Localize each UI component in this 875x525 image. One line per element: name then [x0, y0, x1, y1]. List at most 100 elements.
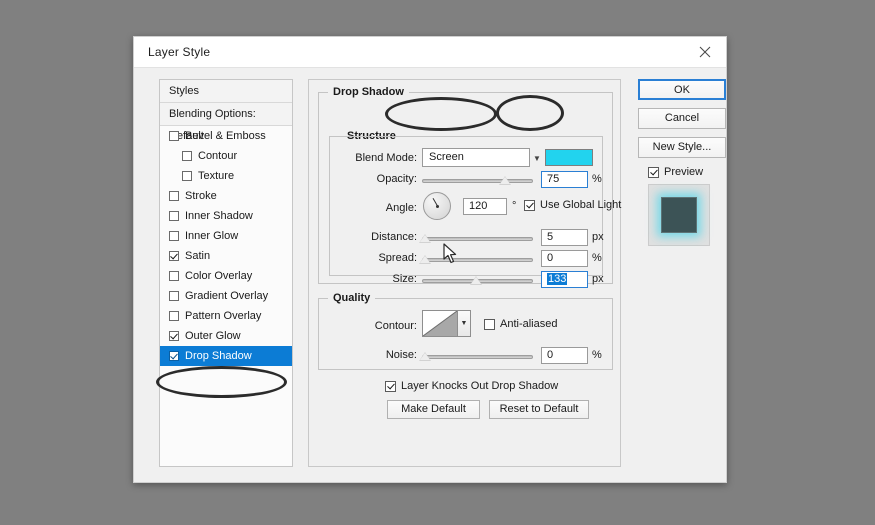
styles-item-inner-shadow[interactable]: Inner Shadow — [160, 206, 292, 226]
styles-item-color-overlay[interactable]: Color Overlay — [160, 266, 292, 286]
styles-item-container: Bevel & Emboss Contour Texture Stroke Inner … — [160, 126, 292, 366]
styles-item-checkbox[interactable] — [169, 231, 179, 241]
use-global-light-checkbox[interactable]: Use Global Light — [524, 199, 621, 211]
anti-aliased-checkbox[interactable]: Anti-aliased — [484, 318, 557, 330]
close-icon[interactable] — [684, 37, 726, 66]
styles-item-label: Inner Shadow — [185, 210, 253, 222]
blend-mode-select[interactable]: Screen — [422, 148, 530, 167]
styles-item-label: Stroke — [185, 190, 217, 202]
size-input-value: 133 — [547, 273, 568, 285]
quality-group-title: Quality — [328, 292, 376, 304]
styles-item-checkbox[interactable] — [169, 351, 179, 361]
styles-item-drop-shadow[interactable]: Drop Shadow — [160, 346, 292, 366]
noise-unit: % — [592, 349, 602, 361]
styles-item-pattern-overlay[interactable]: Pattern Overlay — [160, 306, 292, 326]
noise-label: Noise: — [385, 349, 417, 361]
spread-unit: % — [592, 252, 602, 264]
spread-input[interactable]: 0 — [541, 250, 588, 267]
angle-unit: ° — [512, 200, 517, 212]
layer-knocks-out-checkbox[interactable]: Layer Knocks Out Drop Shadow — [385, 380, 558, 392]
styles-item-checkbox[interactable] — [182, 171, 192, 181]
styles-list-header: Styles — [160, 80, 292, 103]
distance-input[interactable]: 5 — [541, 229, 588, 246]
opacity-slider-track[interactable] — [422, 179, 533, 183]
drop-shadow-group-title: Drop Shadow — [328, 86, 409, 98]
angle-dial-center — [435, 204, 439, 208]
styles-item-label: Inner Glow — [185, 230, 239, 242]
contour-dropdown-arrow-icon[interactable]: ▼ — [458, 310, 471, 337]
preview-checkbox[interactable]: Preview — [648, 166, 726, 178]
styles-item-checkbox[interactable] — [169, 291, 179, 301]
styles-item-satin[interactable]: Satin — [160, 246, 292, 266]
styles-item-label: Satin — [185, 250, 211, 262]
preview-thumbnail-swatch — [661, 197, 697, 233]
anti-aliased-box — [484, 318, 495, 330]
preview-thumbnail — [648, 184, 710, 246]
size-label: Size: — [392, 273, 417, 285]
use-global-light-label: Use Global Light — [540, 199, 622, 211]
size-unit: px — [592, 273, 604, 285]
noise-slider-track[interactable] — [422, 355, 533, 359]
noise-slider-thumb[interactable] — [419, 352, 431, 361]
styles-item-checkbox[interactable] — [169, 251, 179, 261]
opacity-input[interactable]: 75 — [541, 171, 588, 188]
angle-input[interactable]: 120 — [463, 198, 507, 215]
styles-item-checkbox[interactable] — [169, 311, 179, 321]
styles-item-label: Pattern Overlay — [185, 310, 262, 322]
styles-item-outer-glow[interactable]: Outer Glow — [160, 326, 292, 346]
spread-slider-track[interactable] — [422, 258, 533, 262]
angle-dial[interactable] — [423, 192, 451, 220]
layer-style-dialog: Layer Style Styles Blending Options: Def… — [133, 36, 727, 483]
distance-label: Distance: — [371, 231, 417, 243]
cancel-button[interactable]: Cancel — [638, 108, 726, 129]
opacity-unit: % — [592, 173, 602, 185]
styles-item-label: Contour — [198, 150, 238, 162]
use-global-light-box — [524, 199, 535, 211]
contour-label: Contour: — [374, 320, 417, 332]
styles-item-stroke[interactable]: Stroke — [160, 186, 292, 206]
contour-preview[interactable] — [422, 310, 458, 337]
drop-shadow-settings-panel: Drop Shadow Structure Blend Mode: Screen… — [308, 79, 621, 467]
opacity-slider-thumb[interactable] — [499, 176, 511, 185]
styles-item-inner-glow[interactable]: Inner Glow — [160, 226, 292, 246]
size-slider-thumb[interactable] — [470, 276, 482, 285]
new-style-button[interactable]: New Style... — [638, 137, 726, 158]
distance-unit: px — [592, 231, 604, 243]
styles-item-texture[interactable]: Texture — [160, 166, 292, 186]
styles-item-label: Gradient Overlay — [185, 290, 269, 302]
styles-list-panel: Styles Blending Options: Default Bevel &… — [159, 79, 293, 467]
shadow-color-swatch[interactable] — [545, 149, 593, 166]
preview-checkbox-box — [648, 166, 659, 178]
styles-item-label: Outer Glow — [185, 330, 241, 342]
spread-slider-thumb[interactable] — [419, 255, 431, 264]
styles-item-gradient-overlay[interactable]: Gradient Overlay — [160, 286, 292, 306]
opacity-label: Opacity: — [376, 173, 417, 185]
blend-mode-label: Blend Mode: — [355, 152, 417, 164]
styles-item-contour[interactable]: Contour — [160, 146, 292, 166]
blending-options-row[interactable]: Blending Options: Default — [160, 103, 292, 142]
distance-slider-thumb[interactable] — [419, 234, 431, 243]
angle-label: Angle: — [385, 202, 417, 214]
make-default-button[interactable]: Make Default — [387, 400, 480, 419]
dialog-title: Layer Style — [148, 45, 211, 59]
distance-slider-track[interactable] — [422, 237, 533, 241]
styles-item-label: Texture — [198, 170, 235, 182]
styles-item-checkbox[interactable] — [169, 131, 179, 141]
styles-item-checkbox[interactable] — [169, 331, 179, 341]
dialog-buttons-column: OK Cancel New Style... Preview — [638, 79, 726, 246]
noise-input[interactable]: 0 — [541, 347, 588, 364]
dialog-titlebar: Layer Style — [134, 37, 726, 68]
chevron-down-icon[interactable]: ▼ — [533, 154, 541, 163]
spread-label: Spread: — [378, 252, 417, 264]
styles-item-label: Color Overlay — [185, 270, 253, 282]
reset-to-default-button[interactable]: Reset to Default — [489, 400, 589, 419]
preview-label: Preview — [664, 166, 704, 178]
styles-item-checkbox[interactable] — [169, 211, 179, 221]
styles-item-checkbox[interactable] — [169, 191, 179, 201]
styles-item-checkbox[interactable] — [182, 151, 192, 161]
size-input[interactable]: 133 — [541, 271, 588, 288]
ok-button[interactable]: OK — [638, 79, 726, 100]
layer-knocks-out-label: Layer Knocks Out Drop Shadow — [401, 380, 559, 392]
styles-item-checkbox[interactable] — [169, 271, 179, 281]
styles-item-label: Drop Shadow — [185, 350, 252, 362]
